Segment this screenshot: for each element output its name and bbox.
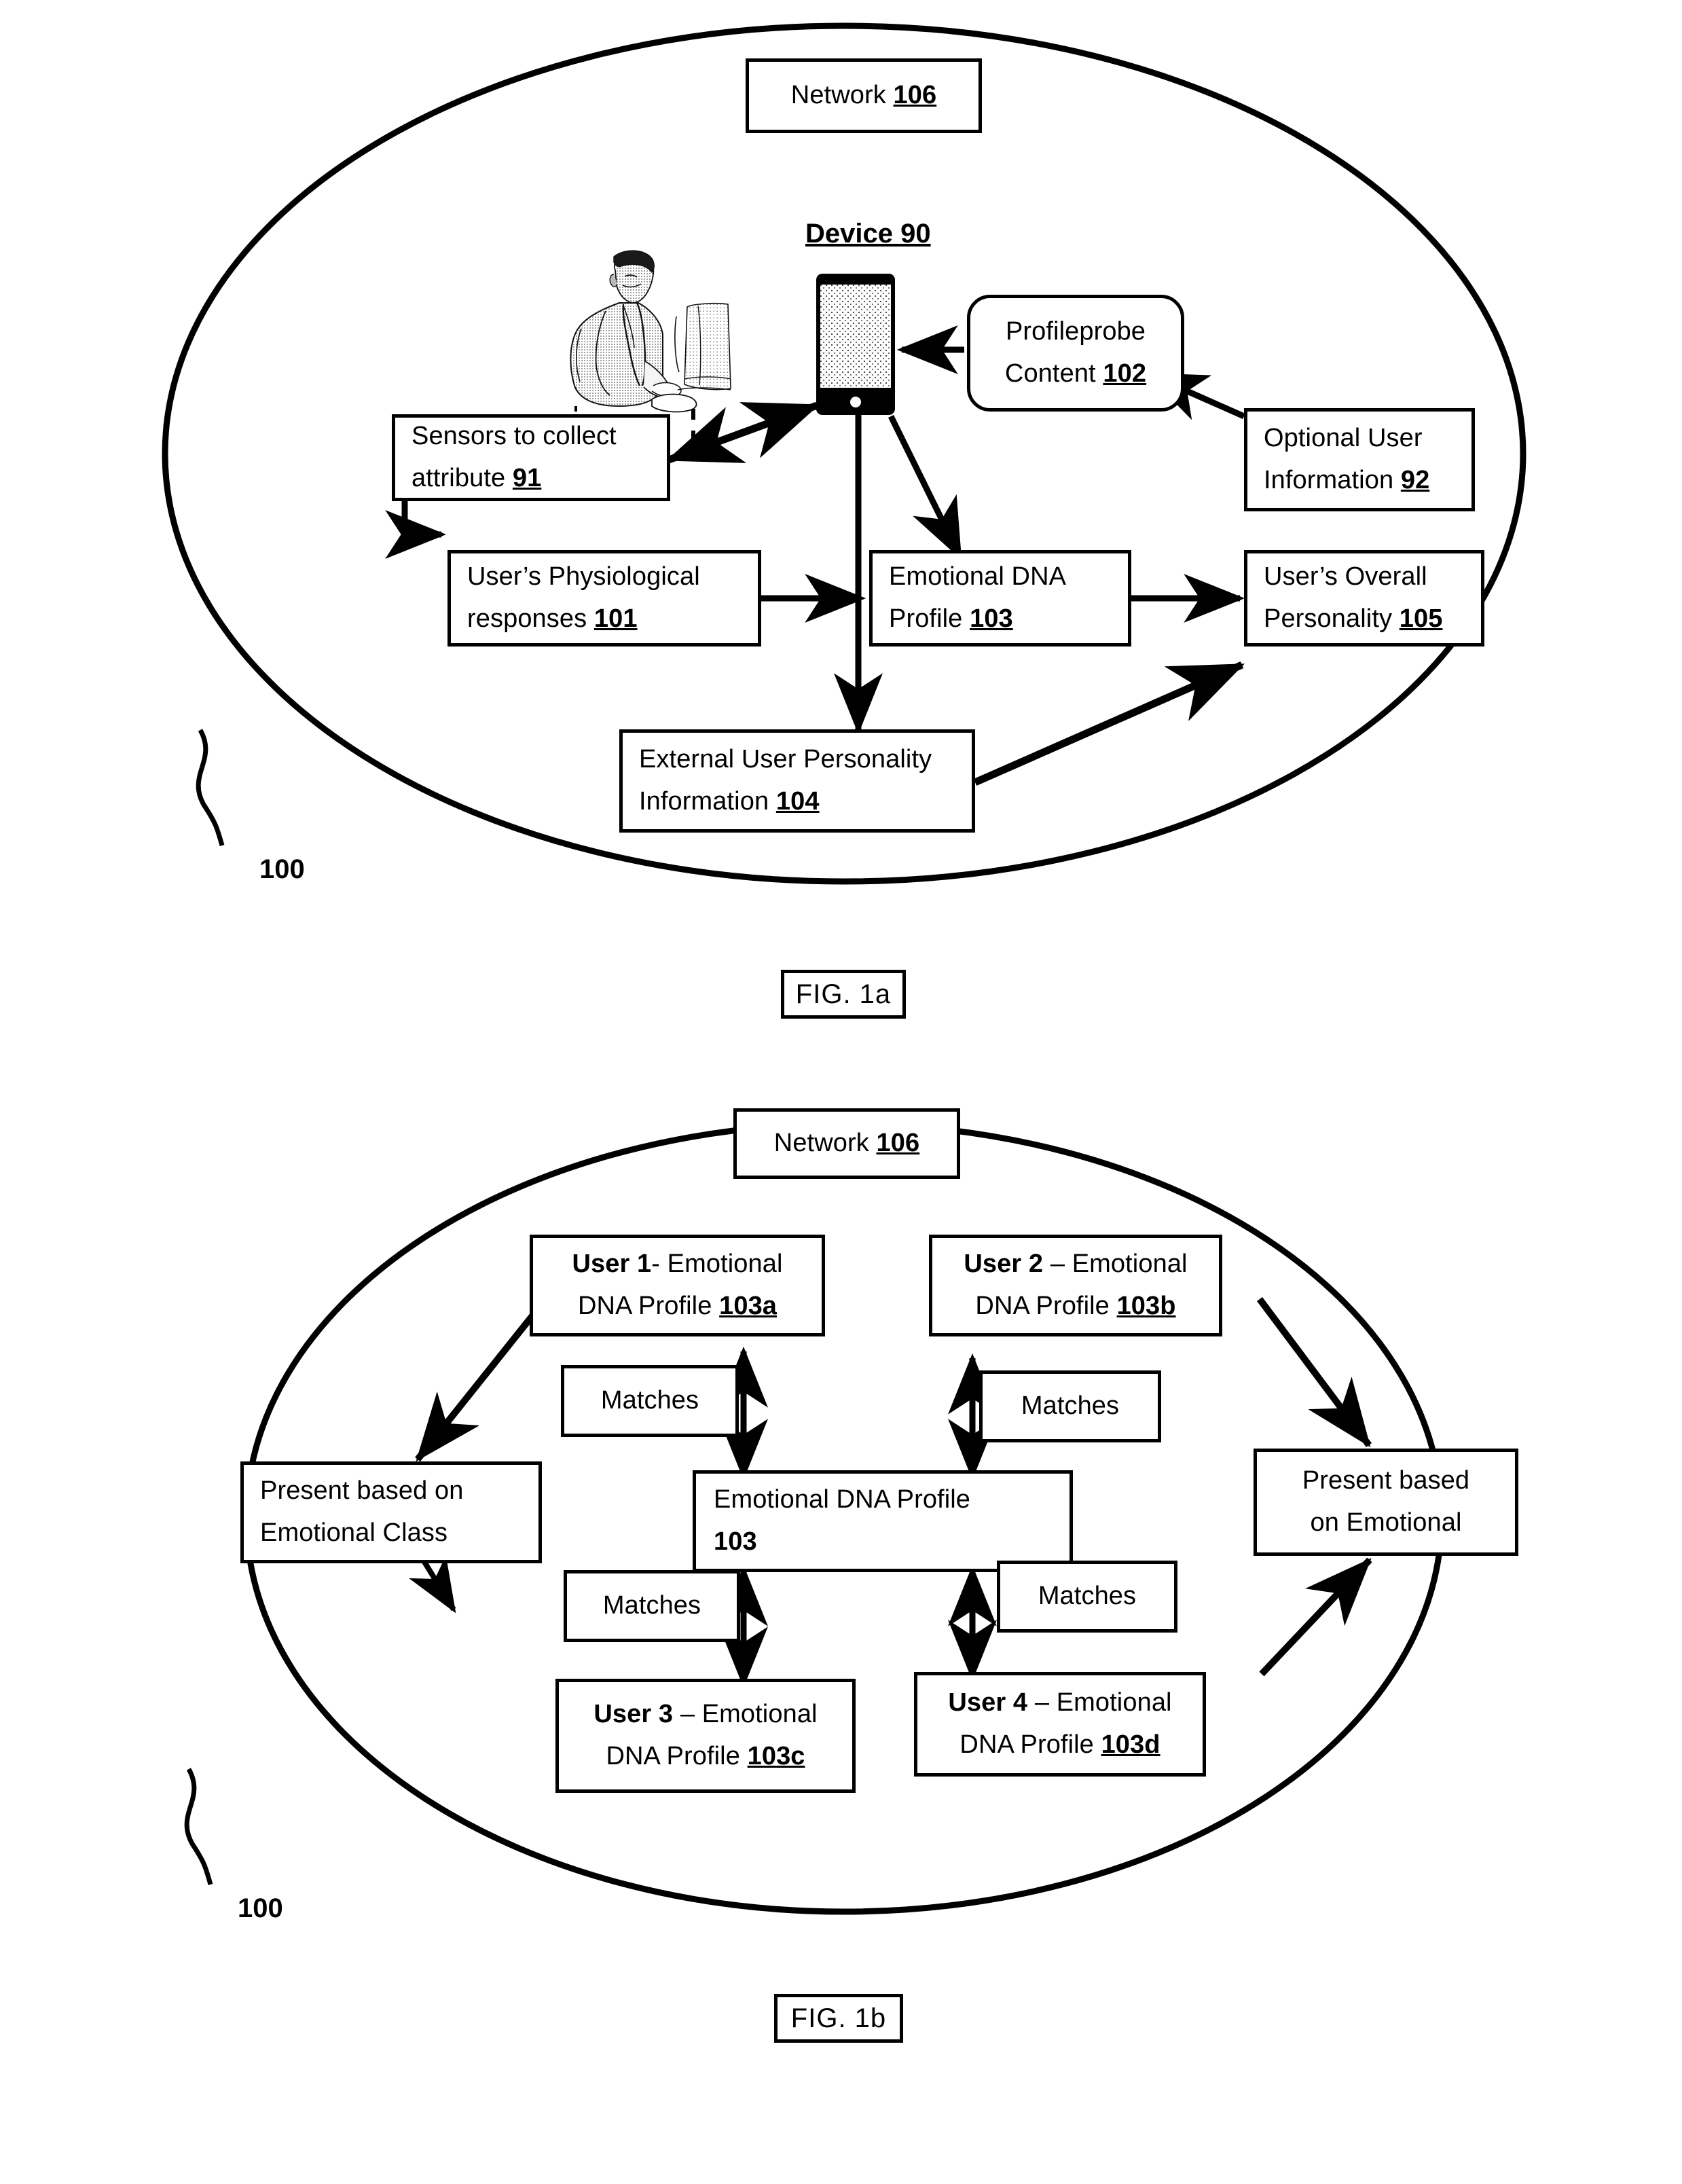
user2-line2: DNA Profile 103b [975,1292,1176,1320]
user4-line2: DNA Profile 103d [959,1730,1160,1759]
fig1a-device-label: Device 90 [805,219,931,249]
fig1a-external-personality-box: External User Personality Information 10… [619,729,975,833]
fig1b-present-right-box: Present based on Emotional [1254,1449,1518,1556]
fig1a-overall-personality-box: User’s Overall Personality 105 [1244,550,1484,647]
fig1a-emotional-dna-profile-box: Emotional DNA Profile 103 [869,550,1131,647]
fig1b-matches-top-left-box: Matches [561,1365,739,1437]
fig1a-sensors-box: Sensors to collect attribute 91 [392,414,670,501]
patent-figure-sheet: Network 106 Device 90 Profileprobe Conte… [0,0,1682,2184]
present-left-line1: Present based on [260,1476,464,1506]
fig1b-matches-bottom-right-box: Matches [997,1561,1177,1633]
fig1b-center-emotional-dna-box: Emotional DNA Profile 103 [693,1470,1073,1572]
physiological-line1: User’s Physiological [467,562,700,592]
fig1a-caption-text: FIG. 1a [795,979,892,1009]
center-line2: 103 [714,1527,757,1556]
fig1b-caption: FIG. 1b [774,1994,903,2043]
optional-user-line2: Information 92 [1264,466,1430,494]
arrow-user2-present-right [1256,1297,1372,1448]
phone-home-button [850,397,861,407]
sensors-line1: Sensors to collect [412,422,617,451]
user4-line1: User 4 – Emotional [948,1688,1172,1717]
emotional-dna-line1: Emotional DNA [889,562,1067,592]
fig1a-caption: FIG. 1a [781,970,906,1019]
external-personality-line1: External User Personality [639,745,932,774]
arrow-user4-present-right [1259,1557,1372,1677]
overall-personality-line1: User’s Overall [1264,562,1427,592]
fig1a-optional-user-info-box: Optional User Information 92 [1244,408,1475,511]
matches-tr-label: Matches [1021,1391,1120,1421]
fig1a-physiological-responses-box: User’s Physiological responses 101 [447,550,761,647]
sensors-line2: attribute 91 [412,464,542,492]
illustration-dash-marker [691,409,695,441]
user3-line1: User 3 – Emotional [593,1700,818,1729]
fig1a-network-box: Network 106 [746,58,982,133]
center-line1: Emotional DNA Profile [714,1485,971,1514]
fig1b-system-ref-label: 100 [238,1893,283,1923]
fig1b-caption-text: FIG. 1b [790,2003,887,2033]
matches-tl-label: Matches [600,1386,699,1415]
fig1b-user3-box: User 3 – Emotional DNA Profile 103c [555,1679,856,1793]
user2-line1: User 2 – Emotional [964,1250,1188,1279]
optional-user-line1: Optional User [1264,424,1423,453]
present-right-line1: Present based [1302,1466,1470,1495]
present-left-line2: Emotional Class [260,1518,448,1547]
profileprobe-line2: Content 102 [1004,359,1147,388]
fig1a-profileprobe-box: Profileprobe Content 102 [967,295,1184,412]
matches-br-label: Matches [1038,1582,1137,1611]
physiological-line2: responses 101 [467,604,638,633]
smartphone-icon [816,274,895,415]
arrow-present-left-matches-bl [409,1555,456,1614]
fig1b-ref-leader [184,1768,213,1885]
person-at-computer-illustration [543,246,801,416]
fig1b-matches-top-right-box: Matches [979,1370,1161,1442]
fig1b-user2-box: User 2 – Emotional DNA Profile 103b [929,1235,1222,1336]
fig1b-present-left-box: Present based on Emotional Class [240,1461,542,1563]
phone-screen [820,285,891,388]
overall-personality-line2: Personality 105 [1264,604,1443,633]
external-personality-line2: Information 104 [639,787,820,816]
fig1a-ref-leader [196,729,225,846]
fig1b-network-label: Network 106 [773,1129,920,1158]
arrow-user1-present-left [415,1301,545,1462]
fig1b-matches-bottom-left-box: Matches [564,1570,740,1642]
fig1a-system-ref-label: 100 [259,854,305,884]
user3-line2: DNA Profile 103c [606,1742,805,1770]
fig1b-user1-box: User 1- Emotional DNA Profile 103a [530,1235,825,1336]
arrow-device-emotional-dna [888,415,963,560]
user1-line1: User 1- Emotional [572,1250,783,1279]
user1-line2: DNA Profile 103a [577,1292,778,1320]
arrow-sensors-physiological [385,501,447,559]
fig1a-network-label: Network 106 [790,81,937,110]
emotional-dna-line2: Profile 103 [889,604,1013,633]
arrow-external-overall [973,661,1245,786]
matches-bl-label: Matches [602,1591,701,1620]
fig1b-network-box: Network 106 [733,1108,960,1179]
present-right-line2: on Emotional [1310,1508,1462,1537]
profileprobe-line1: Profileprobe [1005,317,1146,346]
fig1b-user4-box: User 4 – Emotional DNA Profile 103d [914,1672,1206,1777]
